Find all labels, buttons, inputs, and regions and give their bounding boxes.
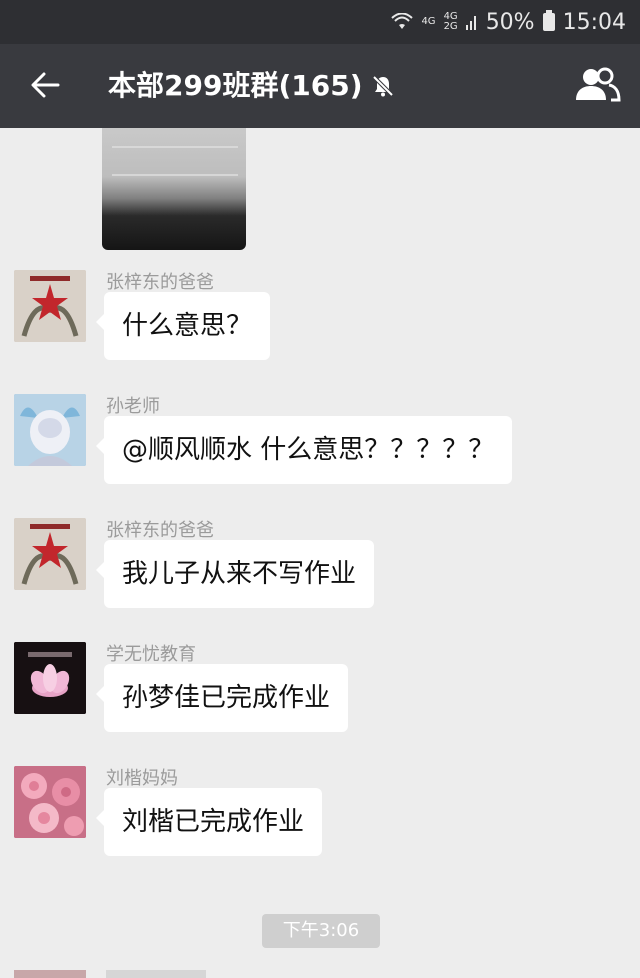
chat-message-list[interactable]: 张梓东的爸爸 什么意思？ 孙老师 @顺风顺水 什么意思？？？？？ 张梓东的爸爸 … [0,128,640,978]
signal-icon [465,14,478,30]
mute-bell-icon [371,74,395,98]
avatar-illustration [14,394,86,466]
avatar-emblem [14,270,86,342]
network-type-label: 4G [421,16,436,27]
message-bubble[interactable]: 什么意思？ [95,292,271,360]
sender-name: 刘楷妈妈 [106,768,178,789]
sender-name: 张梓东的爸爸 [106,520,214,541]
back-arrow-icon [30,72,60,102]
image-message[interactable] [102,128,246,250]
message-bubble[interactable]: 刘楷已完成作业 [95,788,323,856]
network-type-secondary: 4G 2G [444,12,458,32]
sender-name: 学无忧教育 [106,644,196,665]
group-members-button[interactable] [572,64,622,108]
image-content [112,146,238,176]
message-bubble[interactable]: 孙梦佳已完成作业 [95,664,349,732]
avatar-roses [14,766,86,838]
group-members-icon [573,66,621,106]
avatar[interactable] [14,642,86,714]
chat-title: 本部299班群(165) [108,66,395,106]
chat-title-text: 本部299班群(165) [108,69,363,102]
sender-name: 张梓东的爸爸 [106,272,214,293]
wifi-icon [391,13,414,31]
message-bubble[interactable]: 我儿子从来不写作业 [95,540,375,608]
avatar-lotus [14,642,86,714]
back-button[interactable] [24,66,66,108]
timestamp-divider: 下午3:06 [262,914,380,948]
avatar[interactable] [14,518,86,590]
status-indicators: 4G 4G 2G 50% 15:04 [391,8,626,36]
sender-name: 孙老师 [106,396,160,417]
network-secondary-bottom: 2G [443,21,458,32]
avatar[interactable] [14,394,86,466]
network-type: 4G [421,17,435,27]
clock-time: 15:04 [562,9,626,35]
avatar[interactable] [14,270,86,342]
chat-header: 本部299班群(165) [0,44,640,128]
status-bar: 4G 4G 2G 50% 15:04 [0,0,640,44]
message-bubble[interactable]: @顺风顺水 什么意思？？？？？ [95,416,513,484]
avatar[interactable] [14,766,86,838]
battery-icon [542,10,555,31]
avatar-emblem [14,518,86,590]
battery-percent: 50% [485,9,535,35]
